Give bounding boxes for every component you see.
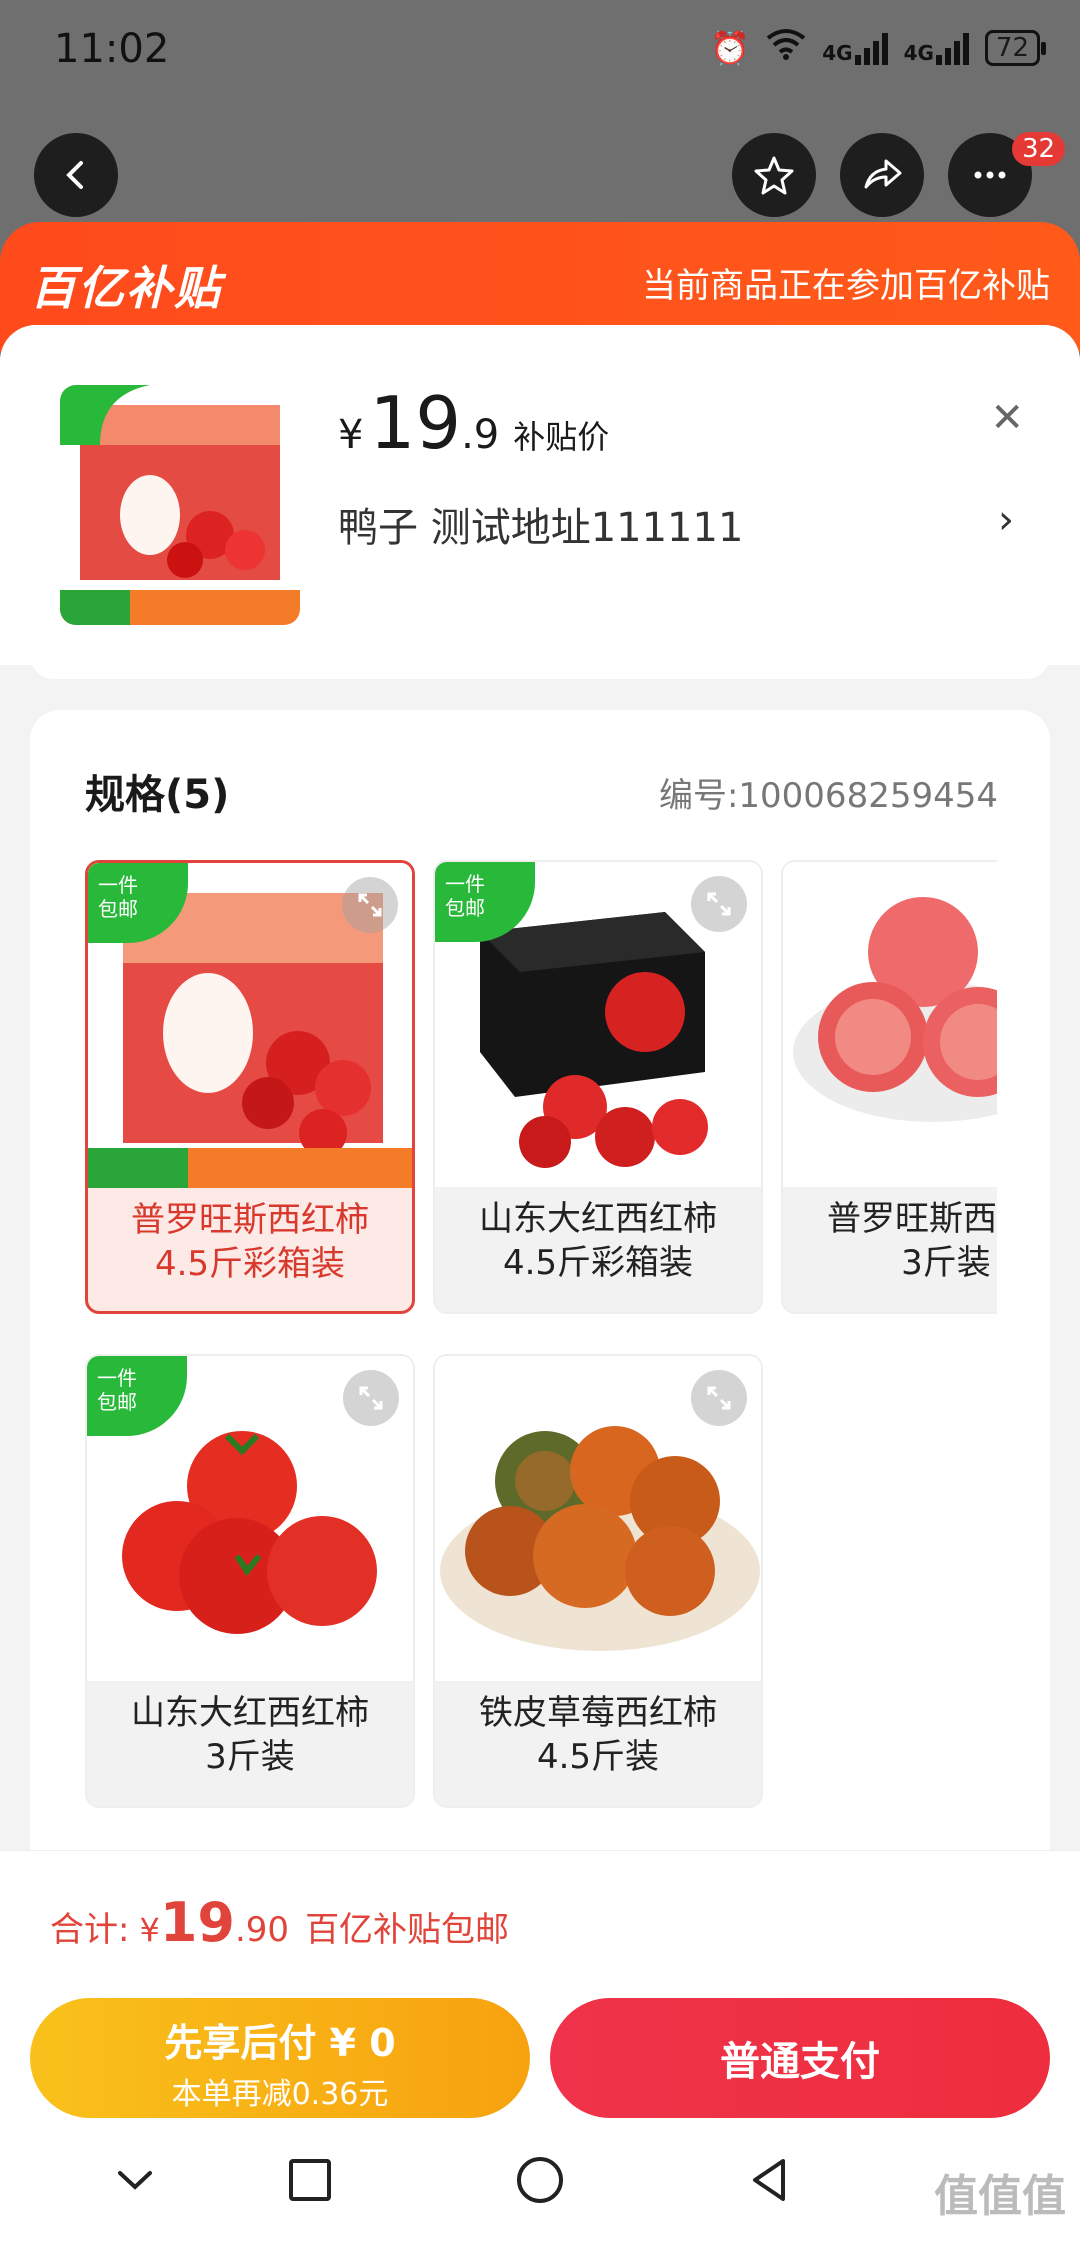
- wifi-icon: [766, 28, 806, 68]
- expand-icon[interactable]: [342, 877, 398, 933]
- product-number: 编号:100068259454: [658, 776, 998, 816]
- spec-option-label: 普罗旺斯西红柿 3斤装: [827, 1199, 997, 1283]
- recents-icon[interactable]: [280, 2150, 340, 2210]
- product-image: [783, 862, 997, 1187]
- share-icon: [864, 159, 902, 189]
- status-bar: 11:02 ⏰ 4G 4G 72: [0, 0, 1080, 100]
- favorite-button[interactable]: [732, 133, 816, 217]
- close-icon[interactable]: ✕: [990, 395, 1024, 441]
- expand-icon[interactable]: [343, 1370, 399, 1426]
- spec-option[interactable]: 铁皮草莓西红柿 4.5斤装: [433, 1354, 763, 1808]
- subsidy-price: ¥ 19 .9 补贴价: [338, 381, 610, 465]
- clock: 11:02: [54, 26, 170, 72]
- spec-option[interactable]: 普罗旺斯西红柿 3斤装: [781, 860, 997, 1314]
- delivery-address[interactable]: 鸭子 测试地址111111: [338, 495, 743, 553]
- more-dots-icon: [974, 171, 1006, 179]
- chevron-down-icon[interactable]: [105, 2150, 165, 2210]
- spec-grid: 一件 包邮 普罗旺斯西红柿 4.5斤彩箱装 一件 包邮 山东大红西红柿 4.5斤…: [85, 860, 997, 1820]
- cellular-signal-icon: 4G: [822, 31, 888, 65]
- back-button[interactable]: [34, 133, 118, 217]
- order-total-bar: 合计: ¥ 19 .90 百亿补贴包邮: [0, 1850, 1080, 1980]
- subsidy-logo: 百亿补贴: [30, 261, 222, 315]
- cellular-signal-icon-2: 4G: [904, 31, 969, 65]
- spec-option[interactable]: 一件 包邮 普罗旺斯西红柿 4.5斤彩箱装: [85, 860, 415, 1314]
- expand-icon[interactable]: [691, 1370, 747, 1426]
- spec-option-label: 铁皮草莓西红柿 4.5斤装: [479, 1693, 717, 1777]
- spec-option-label: 山东大红西红柿 4.5斤彩箱装: [479, 1199, 717, 1283]
- spec-title: 规格(5): [85, 772, 230, 818]
- product-summary: ¥ 19 .9 补贴价 ✕ 鸭子 测试地址111111 ›: [0, 325, 1080, 665]
- notification-badge: 32: [1012, 132, 1066, 166]
- pay-later-button[interactable]: 先享后付 ¥ 0 本单再减0.36元: [30, 1998, 530, 2118]
- home-icon[interactable]: [510, 2150, 570, 2210]
- product-thumbnail: [60, 385, 300, 625]
- spec-option-label: 山东大红西红柿 3斤装: [131, 1693, 369, 1777]
- back-triangle-icon[interactable]: [740, 2150, 800, 2210]
- chevron-left-icon: [66, 161, 83, 189]
- share-button[interactable]: [840, 133, 924, 217]
- spec-option[interactable]: 一件 包邮 山东大红西红柿 4.5斤彩箱装: [433, 860, 763, 1314]
- star-icon: [754, 156, 794, 195]
- normal-pay-button[interactable]: 普通支付: [550, 1998, 1050, 2118]
- watermark: 值值值: [934, 2171, 1066, 2222]
- spec-option[interactable]: 一件 包邮 山东大红西红柿 3斤装: [85, 1354, 415, 1808]
- payment-actions: 先享后付 ¥ 0 本单再减0.36元 普通支付: [0, 1980, 1080, 2120]
- subsidy-tip: 当前商品正在参加百亿补贴: [642, 266, 1050, 306]
- order-total: 合计: ¥ 19 .90 百亿补贴包邮: [50, 1891, 510, 1954]
- spec-option-label: 普罗旺斯西红柿 4.5斤彩箱装: [131, 1200, 369, 1284]
- expand-icon[interactable]: [691, 876, 747, 932]
- system-navigation: [0, 2120, 1080, 2244]
- battery-indicator: 72: [984, 30, 1047, 66]
- alarm-icon: ⏰: [710, 29, 751, 67]
- chevron-right-icon[interactable]: ›: [998, 497, 1014, 543]
